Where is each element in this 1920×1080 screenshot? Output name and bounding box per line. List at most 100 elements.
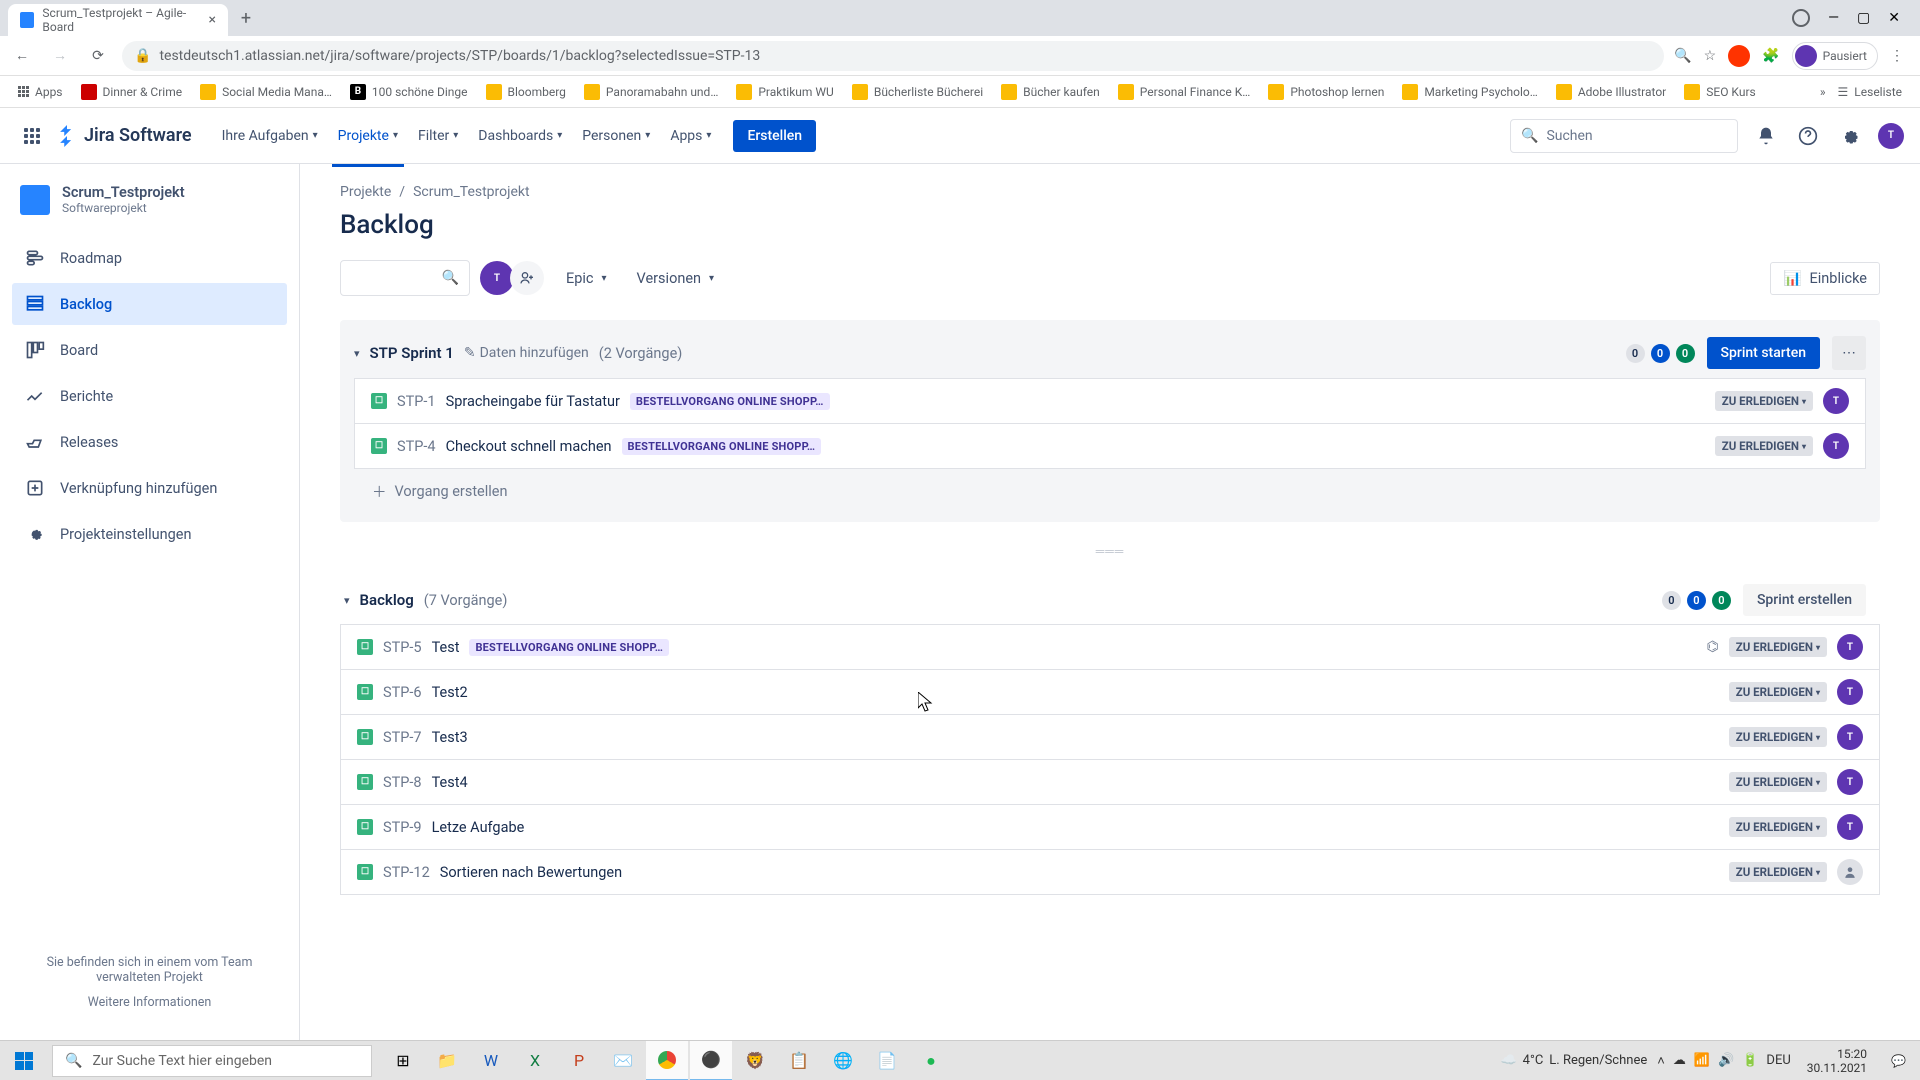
issue-row[interactable]: ☐ STP-12 Sortieren nach Bewertungen ZU E…	[340, 849, 1880, 895]
assignee-avatar[interactable]: T	[1837, 724, 1863, 750]
global-search[interactable]: 🔍Suchen	[1510, 119, 1738, 153]
issue-row[interactable]: ☐ STP-4 Checkout schnell machen BESTELLV…	[354, 423, 1866, 469]
user-avatar[interactable]: T	[1878, 123, 1904, 149]
language-indicator[interactable]: DEU	[1766, 1053, 1790, 1068]
bookmark-item[interactable]: Bücher kaufen	[995, 80, 1106, 104]
issue-key[interactable]: STP-4	[397, 438, 436, 455]
nav-filters[interactable]: Filter▾	[412, 120, 464, 152]
wifi-icon[interactable]: 📶	[1694, 1053, 1710, 1068]
epic-label[interactable]: BESTELLVORGANG ONLINE SHOPP…	[630, 393, 830, 410]
notepad-icon[interactable]: 📄	[866, 1041, 908, 1080]
assignee-filter-avatar[interactable]: T	[480, 261, 514, 295]
browser-tab[interactable]: Scrum_Testprojekt – Agile-Board ×	[8, 4, 228, 36]
assignee-avatar[interactable]: T	[1837, 679, 1863, 705]
backlog-name[interactable]: Backlog	[360, 591, 414, 609]
collapse-icon[interactable]: ▾	[354, 347, 360, 360]
settings-icon[interactable]	[1836, 122, 1864, 150]
epic-label[interactable]: BESTELLVORGANG ONLINE SHOPP…	[469, 639, 669, 656]
help-icon[interactable]	[1794, 122, 1822, 150]
issue-summary[interactable]: Test3	[432, 729, 468, 746]
issue-row[interactable]: ☐ STP-9 Letze Aufgabe ZU ERLEDIGEN ▾ T	[340, 804, 1880, 849]
assignee-avatar[interactable]: T	[1837, 634, 1863, 660]
notifications-icon[interactable]: 💬	[1883, 1054, 1914, 1068]
issue-key[interactable]: STP-5	[383, 639, 422, 656]
extensions-icon[interactable]: 🧩	[1762, 48, 1779, 64]
mail-icon[interactable]: ✉️	[602, 1041, 644, 1080]
child-issues-icon[interactable]: ⌬	[1707, 639, 1719, 655]
create-sprint-button[interactable]: Sprint erstellen	[1743, 584, 1866, 616]
epic-label[interactable]: BESTELLVORGANG ONLINE SHOPP…	[622, 438, 822, 455]
nav-your-work[interactable]: Ihre Aufgaben▾	[216, 120, 324, 152]
app-icon[interactable]: 🦁	[734, 1041, 776, 1080]
bookmark-item[interactable]: Photoshop lernen	[1262, 80, 1390, 104]
unassigned-avatar[interactable]	[1837, 859, 1863, 885]
issue-summary[interactable]: Sortieren nach Bewertungen	[440, 864, 622, 881]
battery-icon[interactable]: 🔋	[1742, 1053, 1758, 1068]
create-button[interactable]: Erstellen	[733, 120, 816, 152]
add-people-button[interactable]	[510, 261, 544, 295]
start-button[interactable]	[0, 1041, 48, 1080]
status-dropdown[interactable]: ZU ERLEDIGEN ▾	[1729, 637, 1827, 657]
maximize-icon[interactable]: ▢	[1857, 10, 1870, 26]
issue-row[interactable]: ☐ STP-7 Test3 ZU ERLEDIGEN ▾ T	[340, 714, 1880, 759]
bookmark-item[interactable]: Panoramabahn und…	[578, 80, 724, 104]
issue-summary[interactable]: Letze Aufgabe	[432, 819, 525, 836]
issue-row[interactable]: ☐ STP-8 Test4 ZU ERLEDIGEN ▾ T	[340, 759, 1880, 804]
breadcrumb-root[interactable]: Projekte	[340, 184, 391, 200]
collapse-icon[interactable]: ▾	[344, 594, 350, 607]
start-sprint-button[interactable]: Sprint starten	[1707, 337, 1820, 369]
assignee-avatar[interactable]: T	[1837, 769, 1863, 795]
versions-filter[interactable]: Versionen▾	[629, 264, 723, 293]
nav-people[interactable]: Personen▾	[576, 120, 656, 152]
issue-key[interactable]: STP-6	[383, 684, 422, 701]
sidebar-item-roadmap[interactable]: Roadmap	[12, 237, 287, 279]
sidebar-item-board[interactable]: Board	[12, 329, 287, 371]
sidebar-item-reports[interactable]: Berichte	[12, 375, 287, 417]
assignee-avatar[interactable]: T	[1823, 388, 1849, 414]
task-view-icon[interactable]: ⊞	[382, 1041, 424, 1080]
spotify-icon[interactable]: ●	[910, 1041, 952, 1080]
bookmark-item[interactable]: Bloomberg	[480, 80, 572, 104]
status-dropdown[interactable]: ZU ERLEDIGEN ▾	[1715, 436, 1813, 456]
issue-key[interactable]: STP-1	[397, 393, 436, 410]
app-icon[interactable]: 📋	[778, 1041, 820, 1080]
apps-button[interactable]: Apps	[12, 81, 69, 103]
adblock-icon[interactable]	[1728, 45, 1750, 67]
menu-icon[interactable]: ⋮	[1890, 48, 1904, 64]
notifications-icon[interactable]	[1752, 122, 1780, 150]
issue-key[interactable]: STP-9	[383, 819, 422, 836]
obs-icon[interactable]: ⚫	[690, 1041, 732, 1080]
account-icon[interactable]	[1792, 9, 1810, 27]
project-header[interactable]: Scrum_Testprojekt Softwareprojekt	[12, 184, 287, 235]
epic-filter[interactable]: Epic▾	[558, 264, 615, 293]
bookmark-item[interactable]: Praktikum WU	[730, 80, 839, 104]
profile-button[interactable]: Pausiert	[1792, 42, 1878, 70]
overflow-icon[interactable]: »	[1820, 85, 1826, 99]
status-dropdown[interactable]: ZU ERLEDIGEN ▾	[1729, 727, 1827, 747]
bookmark-item[interactable]: ☰Leseliste	[1832, 81, 1908, 103]
sprint-more-button[interactable]: ⋯	[1832, 336, 1866, 370]
status-dropdown[interactable]: ZU ERLEDIGEN ▾	[1729, 862, 1827, 882]
issue-summary[interactable]: Test	[432, 639, 460, 656]
word-icon[interactable]: W	[470, 1041, 512, 1080]
sprint-name[interactable]: STP Sprint 1	[370, 344, 454, 362]
bookmark-item[interactable]: Adobe Illustrator	[1550, 80, 1672, 104]
issue-key[interactable]: STP-7	[383, 729, 422, 746]
bookmark-star-icon[interactable]: ☆	[1704, 48, 1717, 64]
bookmark-item[interactable]: B100 schöne Dinge	[344, 80, 474, 104]
status-dropdown[interactable]: ZU ERLEDIGEN ▾	[1729, 772, 1827, 792]
issue-summary[interactable]: Test2	[432, 684, 468, 701]
url-field[interactable]: 🔒 testdeutsch1.atlassian.net/jira/softwa…	[122, 41, 1664, 71]
insights-button[interactable]: 📊Einblicke	[1770, 262, 1880, 295]
status-dropdown[interactable]: ZU ERLEDIGEN ▾	[1729, 817, 1827, 837]
nav-dashboards[interactable]: Dashboards▾	[472, 120, 568, 152]
zoom-icon[interactable]: 🔍	[1674, 48, 1691, 64]
back-button[interactable]: ←	[8, 42, 36, 70]
close-window-icon[interactable]: ✕	[1888, 10, 1900, 26]
backlog-search[interactable]: 🔍	[340, 260, 470, 296]
bookmark-item[interactable]: SEO Kurs	[1678, 80, 1761, 104]
sidebar-item-add-link[interactable]: Verknüpfung hinzufügen	[12, 467, 287, 509]
explorer-icon[interactable]: 📁	[426, 1041, 468, 1080]
bookmark-item[interactable]: Dinner & Crime	[75, 80, 189, 104]
create-issue-inline[interactable]: ＋Vorgang erstellen	[354, 469, 1866, 514]
